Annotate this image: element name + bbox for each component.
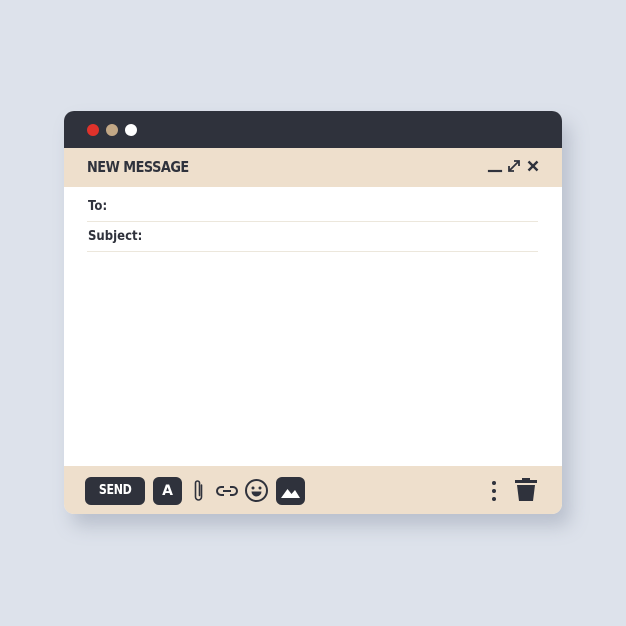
link-icon[interactable] xyxy=(215,481,239,501)
trash-icon[interactable] xyxy=(514,478,538,502)
emoji-icon[interactable] xyxy=(244,478,269,503)
minimize-window-dot[interactable] xyxy=(106,124,118,136)
to-input[interactable] xyxy=(115,195,535,217)
zoom-window-dot[interactable] xyxy=(125,124,137,136)
message-header: NEW MESSAGE xyxy=(64,148,562,187)
image-icon[interactable] xyxy=(276,477,305,505)
send-button-label: SEND xyxy=(98,483,132,498)
to-field: To: xyxy=(87,191,538,222)
send-button[interactable]: SEND xyxy=(85,477,145,505)
subject-field: Subject: xyxy=(87,221,538,252)
message-body-input[interactable] xyxy=(87,256,538,461)
text-format-button[interactable]: A xyxy=(153,477,182,505)
minimize-icon[interactable] xyxy=(486,157,504,175)
compose-window: NEW MESSAGE To: Subject: SEND A xyxy=(64,111,562,514)
compose-toolbar: SEND A xyxy=(64,466,562,514)
paperclip-icon[interactable] xyxy=(191,478,207,504)
expand-icon[interactable] xyxy=(505,157,523,175)
close-icon[interactable] xyxy=(524,157,542,175)
to-label: To: xyxy=(88,199,108,214)
subject-input[interactable] xyxy=(143,225,535,247)
window-titlebar xyxy=(64,111,562,148)
subject-label: Subject: xyxy=(88,229,143,244)
more-vertical-icon[interactable] xyxy=(489,480,499,502)
message-title: NEW MESSAGE xyxy=(87,158,189,176)
close-window-dot[interactable] xyxy=(87,124,99,136)
